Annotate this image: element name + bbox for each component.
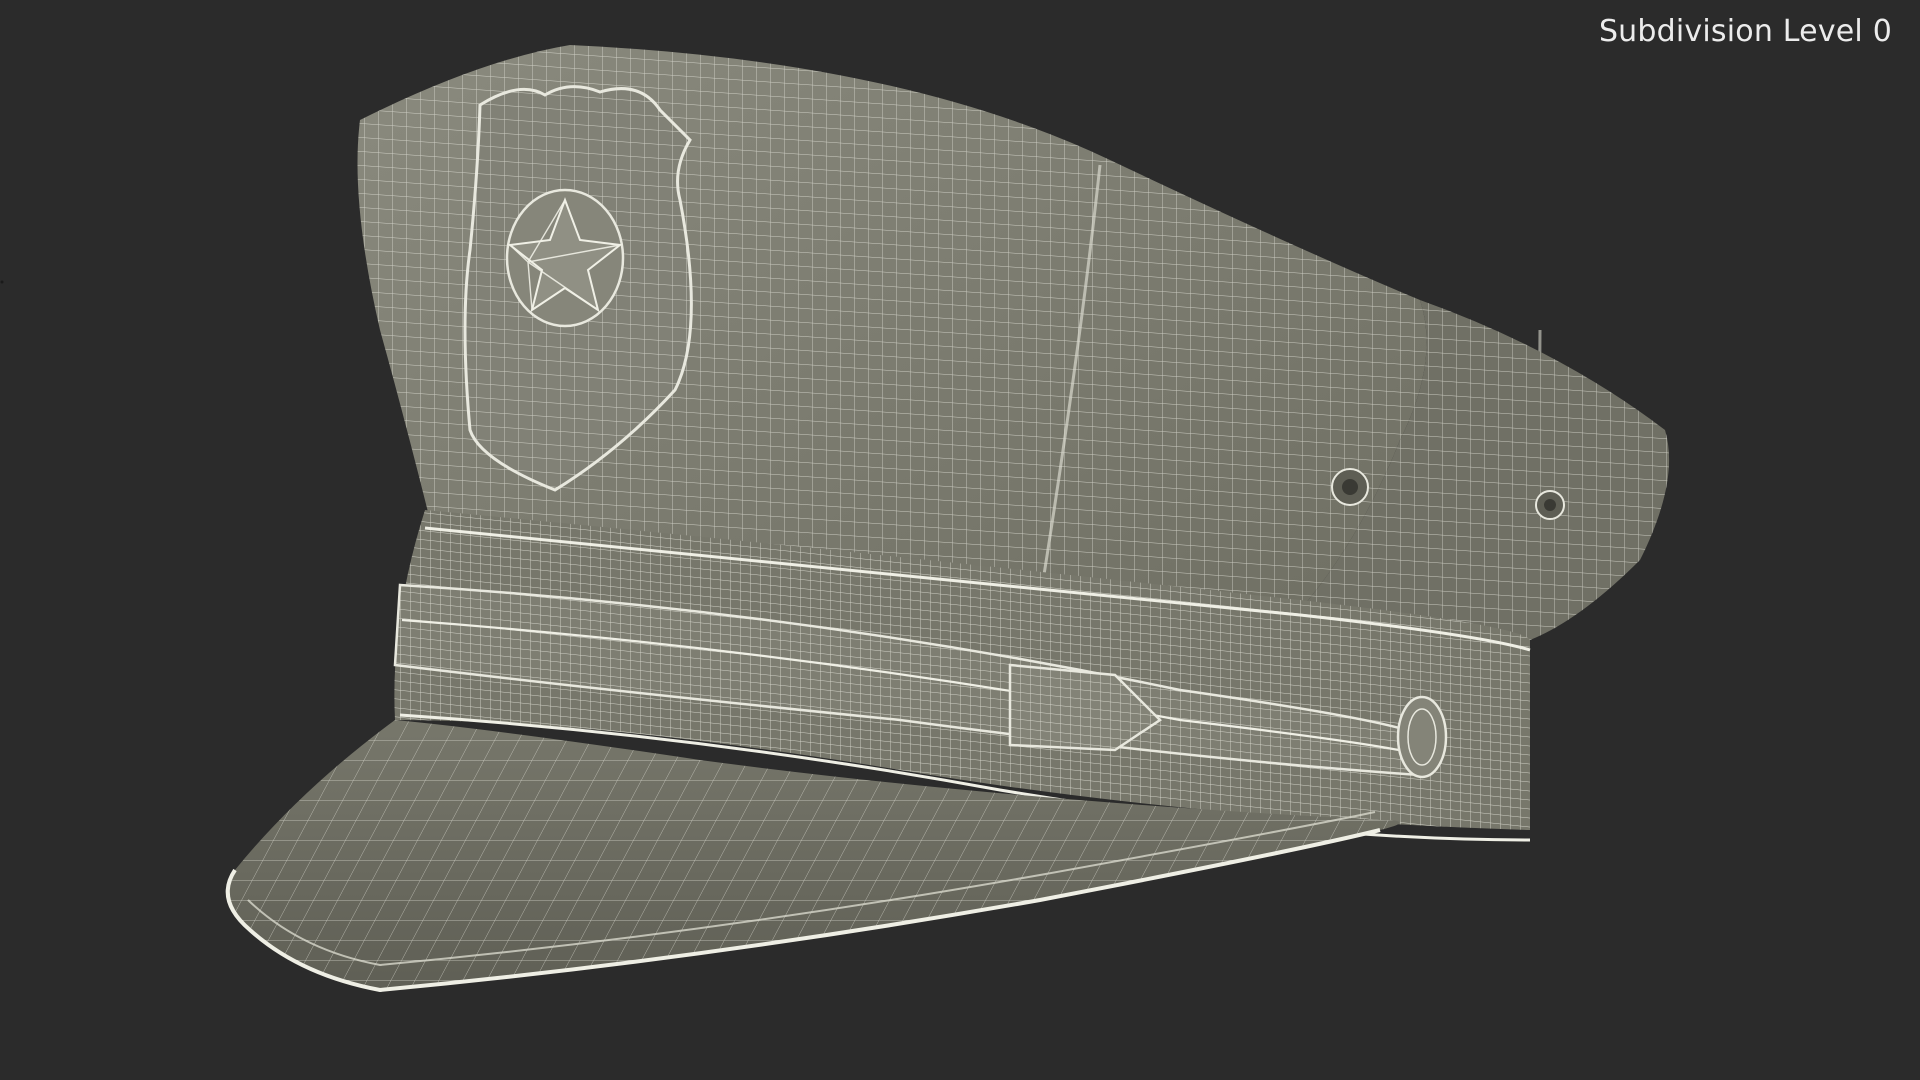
police-cap-wireframe-render <box>0 45 1670 993</box>
